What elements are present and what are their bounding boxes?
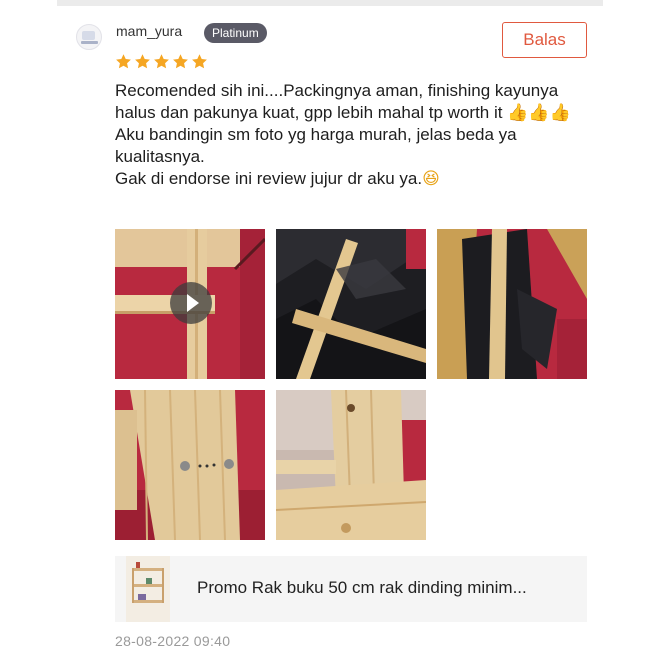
membership-badge: Platinum: [204, 23, 267, 43]
review-line-text: Gak di endorse ini review jujur dr aku y…: [115, 169, 423, 188]
purchased-product-card[interactable]: Promo Rak buku 50 cm rak dinding minim..…: [115, 556, 587, 622]
review-line-text: Aku bandingin sm foto yg harga murah, je…: [115, 125, 517, 166]
avatar-image-shape: [82, 31, 95, 40]
reviewer-username: mam_yura: [116, 23, 183, 39]
review-video-thumbnail[interactable]: [115, 229, 265, 379]
packing-photo: [437, 229, 587, 379]
review-timestamp: 28-08-2022 09:40: [115, 633, 231, 649]
star-icon: [116, 54, 131, 69]
product-name: Promo Rak buku 50 cm rak dinding minim..…: [197, 578, 527, 597]
review-photo[interactable]: [115, 390, 265, 540]
review-photo[interactable]: [276, 229, 426, 379]
product-thumbnail: [126, 556, 170, 622]
review-photo[interactable]: [276, 390, 426, 540]
star-icon: [154, 54, 169, 69]
packing-photo: [276, 229, 426, 379]
thumbs-up-icon: 👍👍👍: [507, 103, 571, 123]
review-line: Gak di endorse ini review jujur dr aku y…: [115, 168, 585, 190]
star-icon: [135, 54, 150, 69]
user-avatar[interactable]: [76, 24, 102, 50]
star-icon: [192, 54, 207, 69]
avatar-image-shape: [81, 41, 98, 44]
grinning-face-icon: 😆: [422, 169, 440, 189]
previous-review-divider: [57, 0, 603, 6]
wood-joint-photo: [276, 390, 426, 540]
review-line-text: Recomended sih ini....Packingnya aman, f…: [115, 81, 559, 122]
shelf-product-image: [126, 556, 170, 622]
play-icon[interactable]: [170, 282, 212, 324]
review-line: Aku bandingin sm foto yg harga murah, je…: [115, 124, 585, 168]
review-text: Recomended sih ini....Packingnya aman, f…: [115, 80, 585, 190]
star-icon: [173, 54, 188, 69]
reply-button[interactable]: Balas: [502, 22, 587, 58]
wood-panel-photo: [115, 390, 265, 540]
star-rating: [115, 53, 208, 70]
review-line: Recomended sih ini....Packingnya aman, f…: [115, 80, 585, 124]
review-photo[interactable]: [437, 229, 587, 379]
